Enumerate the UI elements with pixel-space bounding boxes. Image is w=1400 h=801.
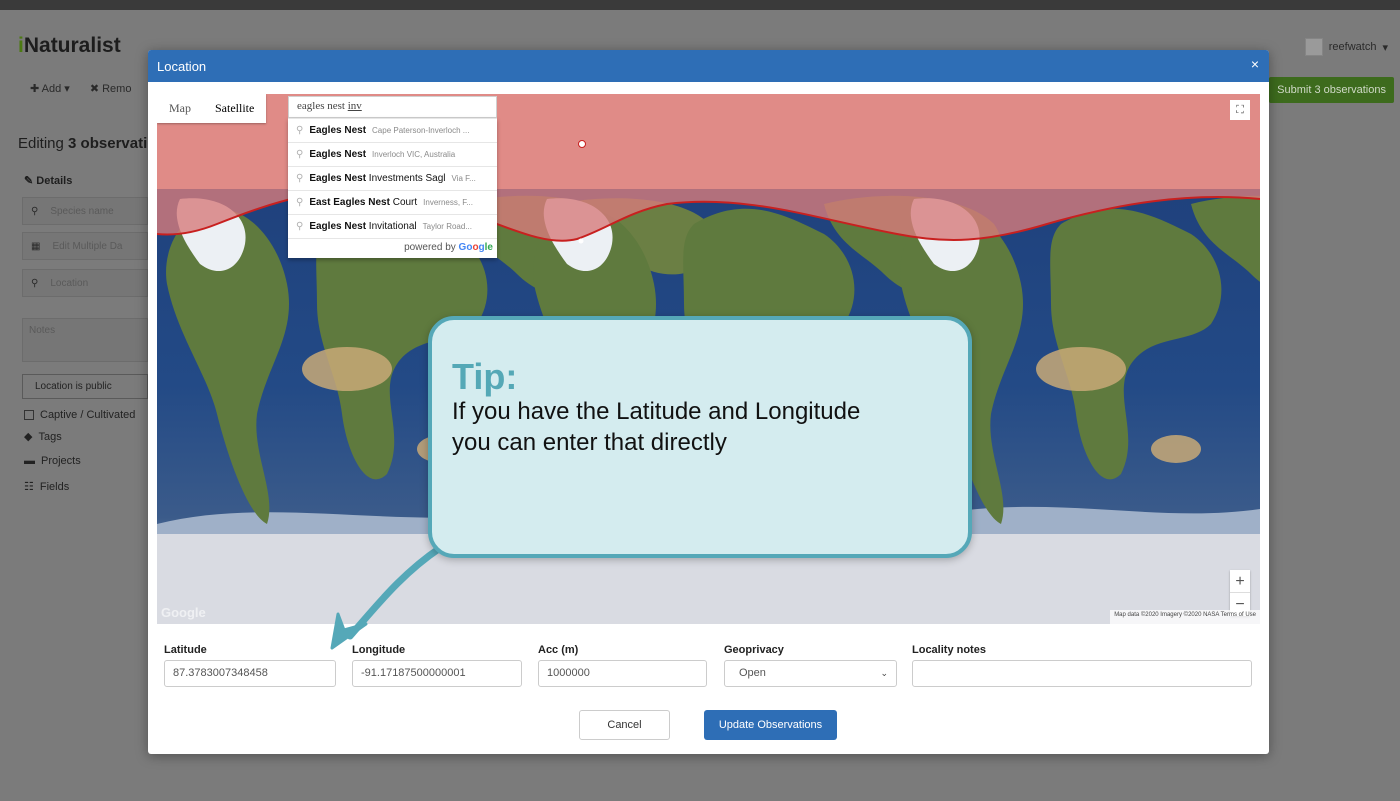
tip-title: Tip:: [452, 356, 518, 397]
map-pin-icon: ⚲: [296, 149, 304, 160]
map-type-satellite[interactable]: Satellite: [203, 94, 266, 123]
chevron-down-icon: ▾: [1382, 41, 1388, 54]
briefcase-icon: ▬: [24, 455, 35, 467]
map-pin-icon: ⚲: [296, 221, 304, 232]
map-pin-icon: ⚲: [296, 125, 304, 136]
list-item[interactable]: ⚲ Eagles Nest Invitational Taylor Road...: [288, 214, 497, 238]
details-heading: ✎ Details: [24, 175, 73, 187]
list-item[interactable]: ⚲ Eagles Nest Inverloch VIC, Australia: [288, 142, 497, 166]
fullscreen-icon[interactable]: ⛶: [1230, 100, 1250, 120]
pencil-icon: ✎: [24, 175, 37, 187]
plus-icon: ✚: [30, 83, 42, 95]
place-search-input[interactable]: eagles nest inv: [288, 96, 497, 118]
close-icon[interactable]: ×: [1251, 56, 1259, 72]
zoom-in-button[interactable]: +: [1230, 570, 1250, 593]
geoprivacy-label: Geoprivacy: [724, 644, 784, 656]
longitude-input[interactable]: -91.17187500000001: [352, 660, 522, 687]
brand-logo[interactable]: iNaturalist: [18, 34, 121, 58]
location-input[interactable]: ⚲ Location: [22, 269, 148, 297]
map-type-control: Map Satellite: [157, 94, 267, 123]
captive-checkbox[interactable]: Captive / Cultivated: [24, 409, 135, 421]
accuracy-label: Acc (m): [538, 644, 579, 656]
latitude-input[interactable]: 87.3783007348458: [164, 660, 336, 687]
update-observations-button[interactable]: Update Observations: [704, 710, 837, 740]
tip-text: If you have the Latitude and Longitude y…: [452, 398, 861, 456]
locality-notes-input[interactable]: [912, 660, 1252, 687]
calendar-icon: ▦: [31, 240, 41, 252]
close-icon: ✖: [89, 83, 103, 95]
search-icon: ⚲: [31, 205, 39, 217]
avatar: [1304, 38, 1323, 56]
fields-link[interactable]: ☷ Fields: [24, 480, 69, 494]
date-input[interactable]: ▦ Edit Multiple Da: [22, 232, 148, 260]
longitude-label: Longitude: [352, 644, 406, 656]
notes-input[interactable]: Notes: [22, 318, 148, 362]
projects-link[interactable]: ▬ Projects: [24, 455, 81, 467]
remove-button[interactable]: ✖ Remo: [90, 82, 132, 95]
species-input[interactable]: ⚲ Species name: [22, 197, 148, 225]
toolbar: ✚ Add ▾ ✖ Remo: [30, 82, 131, 95]
map-pin-icon: ⚲: [296, 173, 304, 184]
brand-text: Naturalist: [23, 34, 121, 57]
tip-callout: Tip: If you have the Latitude and Longit…: [428, 316, 972, 558]
page-title: Editing 3 observati: [18, 135, 148, 152]
list-item[interactable]: ⚲ East Eagles Nest Court Inverness, F...: [288, 190, 497, 214]
map-pin-icon: ⚲: [31, 277, 39, 289]
cancel-button[interactable]: Cancel: [579, 710, 670, 740]
tag-icon: ◆: [24, 431, 33, 443]
list-icon: ☷: [24, 481, 34, 493]
chevron-down-icon: ⌄: [880, 668, 888, 678]
checkbox-icon: [24, 410, 34, 420]
list-item[interactable]: ⚲ Eagles Nest Investments Sagl Via F...: [288, 166, 497, 190]
browser-bar: [0, 0, 1400, 10]
modal-title: Location: [157, 59, 207, 74]
geoprivacy-select[interactable]: Open ⌄: [724, 660, 897, 687]
user-menu[interactable]: reefwatch ▾: [1304, 38, 1388, 56]
username: reefwatch: [1328, 41, 1377, 53]
tags-link[interactable]: ◆ Tags: [24, 430, 62, 444]
google-logo: Google: [161, 605, 206, 620]
map-attribution[interactable]: Map data ©2020 Imagery ©2020 NASA Terms …: [1110, 610, 1260, 624]
locality-notes-label: Locality notes: [912, 644, 986, 656]
modal-header: Location ×: [148, 50, 1269, 82]
add-button[interactable]: ✚ Add ▾: [30, 82, 70, 95]
submit-observations-button[interactable]: Submit 3 observations: [1269, 77, 1394, 103]
map-type-map[interactable]: Map: [157, 94, 203, 123]
autocomplete-list: ⚲ Eagles Nest Cape Paterson-Inverloch ... …: [288, 118, 497, 258]
list-item[interactable]: ⚲ Eagles Nest Cape Paterson-Inverloch ...: [288, 118, 497, 142]
accuracy-input[interactable]: 1000000: [538, 660, 707, 687]
powered-by-google: powered by Google: [288, 238, 497, 258]
latitude-label: Latitude: [164, 644, 207, 656]
location-public-dropdown[interactable]: Location is public: [22, 374, 148, 399]
map-pin-icon: ⚲: [296, 197, 304, 208]
